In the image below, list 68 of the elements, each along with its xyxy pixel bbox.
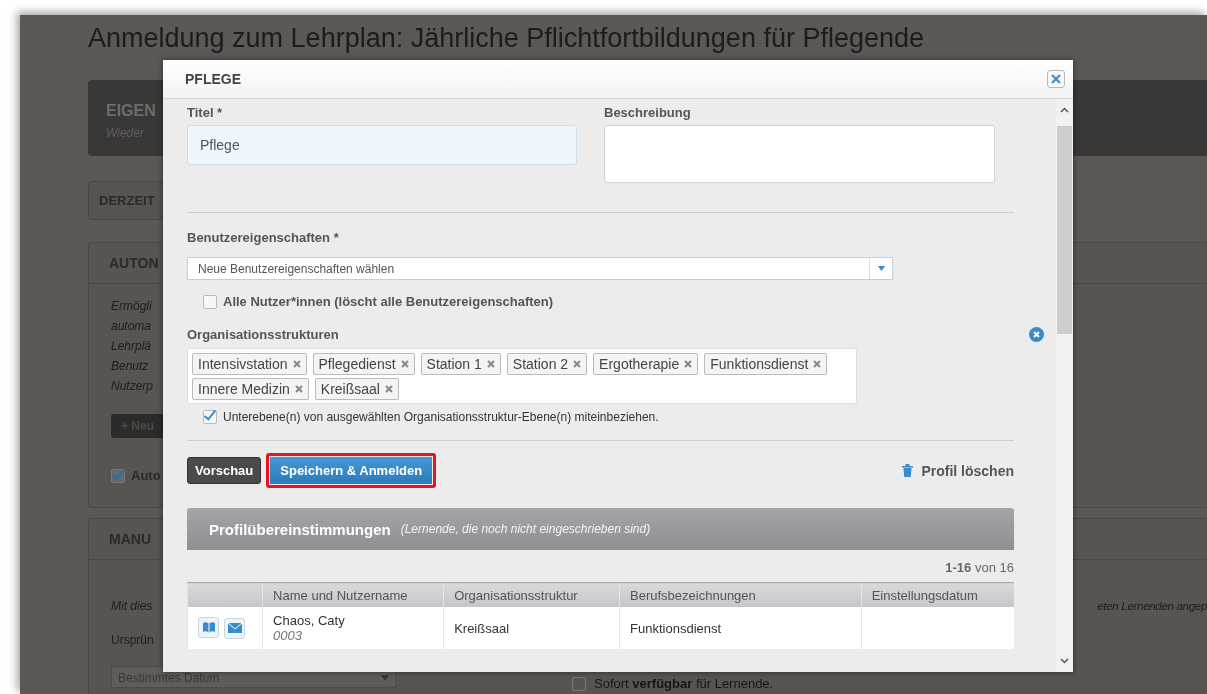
tag[interactable]: Pflegedienst [312,353,415,375]
checkbox[interactable] [203,410,217,424]
remove-icon[interactable] [384,385,393,393]
tag[interactable]: Intensivstation [192,353,307,375]
remove-icon[interactable] [400,360,409,368]
table-cell: Kreißsaal [443,607,620,649]
remove-icon[interactable] [813,360,822,368]
remove-icon[interactable] [573,360,582,368]
column-header[interactable]: Organisationsstruktur [443,582,620,607]
mail-button[interactable] [224,617,245,639]
description-input[interactable] [604,125,995,183]
close-button[interactable] [1047,70,1065,88]
panel-text-line: Ermögli [111,298,152,315]
remove-icon[interactable] [294,385,303,393]
save-button[interactable]: Speichern & Anmelden [270,457,433,484]
matches-subtitle: (Lernende, die noch nicht eingeschrieben sind) [400,522,651,536]
field-label: Organisationsstrukturen [187,327,339,342]
panel-text-line: Nutzerp [111,378,154,395]
caret-icon [877,266,885,271]
checkbox[interactable] [203,294,217,309]
field-label: Ursprün [111,632,154,649]
panel-text-line: Benutz [111,358,149,375]
checkbox[interactable] [111,468,125,483]
envelope-icon [227,623,242,634]
trash-icon [902,464,914,477]
remove-icon[interactable] [292,360,301,368]
scroll-up-icon[interactable] [1060,107,1069,113]
book-icon [201,622,216,634]
tag[interactable]: Ergotherapie [593,353,699,375]
tag[interactable]: Station 2 [506,353,588,375]
tag[interactable]: Funktionsdienst [704,353,828,375]
tag[interactable]: Kreißsaal [314,378,399,400]
field-label: Benutzereigenschaften * [187,230,340,245]
field-label: Beschreibung [604,105,692,120]
checkbox-label: Alle Nutzer*innen (löscht alle Benutzereigenschaften) [223,294,554,309]
pagination-text: 1-16 von 16 [944,560,1014,575]
checkbox-label: Sofort verfügbar für Lernende. [594,676,774,691]
checkbox-label: Unterebene(n) von ausgewählten Organisationsstruktur-Ebene(n) miteinbeziehen. [223,410,659,424]
username: 0003 [273,628,304,643]
scrollbar[interactable] [1056,99,1073,672]
scroll-thumb[interactable] [1057,126,1072,334]
preview-button[interactable]: Vorschau [187,457,262,484]
remove-icon[interactable] [486,360,495,368]
panel-text: Mit dies [111,598,153,615]
field-label: Titel * [187,105,224,120]
user-properties-select[interactable]: Neue Benutzereigenschaften wählen [187,257,893,280]
column-header[interactable]: Berufsbezeichnungen [619,582,862,607]
panel-text-line: automa [111,318,152,335]
clear-icon[interactable] [1029,327,1044,342]
checkbox[interactable] [572,676,586,691]
tag-field[interactable]: Intensivstation Pflegedienst Station 1 Station 2 Ergotherapie Funktionsdienst Innere Medizin Kreißsaal [187,348,857,404]
close-icon [1051,74,1061,84]
panel-text-line: Lehrplä [111,338,152,355]
tag[interactable]: Innere Medizin [192,378,309,400]
scroll-down-icon[interactable] [1060,658,1069,664]
delete-profile-link[interactable]: Profil löschen [902,462,1014,479]
title-input[interactable]: Pflege [187,125,577,165]
caret-icon [381,675,389,681]
column-header[interactable]: Name und Nutzername [262,582,444,607]
book-button[interactable] [198,617,219,639]
matches-title: Profilübereinstimmungen [209,520,391,538]
remove-icon[interactable] [684,360,693,368]
dialog-title: PFLEGE [185,71,241,87]
column-header[interactable]: Einstellungsdatum [861,582,1014,607]
user-name: Chaos, Caty [273,613,346,628]
page-title: Anmeldung zum Lehrplan: Jährliche Pflichtfortbildungen für Pflegende [88,22,925,55]
table-cell: Funktionsdienst [619,607,862,649]
tag[interactable]: Station 1 [420,353,501,375]
